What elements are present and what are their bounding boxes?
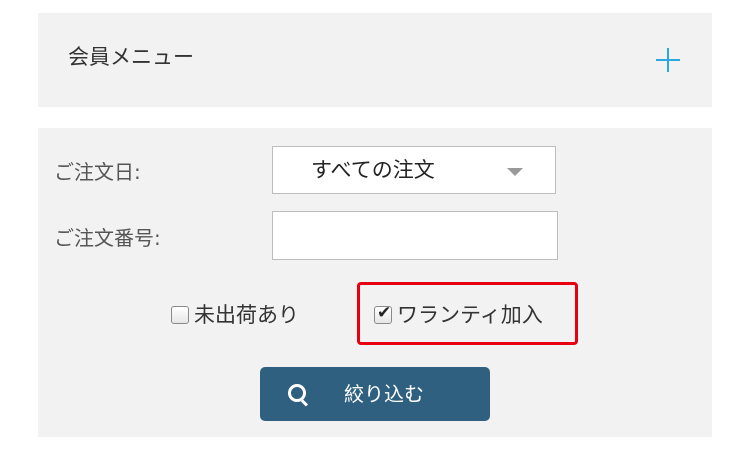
chevron-down-icon	[507, 168, 523, 176]
plus-icon[interactable]	[656, 48, 680, 72]
member-menu-title: 会員メニュー	[68, 45, 194, 69]
order-date-select[interactable]: すべての注文	[272, 146, 556, 194]
order-number-label: ご注文番号:	[54, 226, 161, 250]
check-mark-icon: ✔	[377, 303, 392, 323]
member-menu-header[interactable]: 会員メニュー	[38, 13, 712, 107]
order-date-selected-value: すべての注文	[311, 158, 435, 182]
unshipped-checkbox[interactable]	[171, 306, 189, 324]
filter-search-label: 絞り込む	[344, 382, 424, 406]
order-date-label: ご注文日:	[54, 160, 141, 184]
unshipped-label: 未出荷あり	[194, 303, 299, 327]
order-number-input[interactable]	[272, 211, 558, 260]
warranty-label: ワランティ加入	[397, 303, 543, 327]
search-icon	[288, 384, 306, 402]
warranty-checkbox[interactable]: ✔	[374, 303, 392, 324]
warranty-checkbox-option[interactable]: ✔ ワランティ加入	[374, 301, 543, 329]
unshipped-checkbox-option[interactable]: 未出荷あり	[171, 301, 299, 329]
filter-search-button[interactable]: 絞り込む	[260, 367, 490, 421]
